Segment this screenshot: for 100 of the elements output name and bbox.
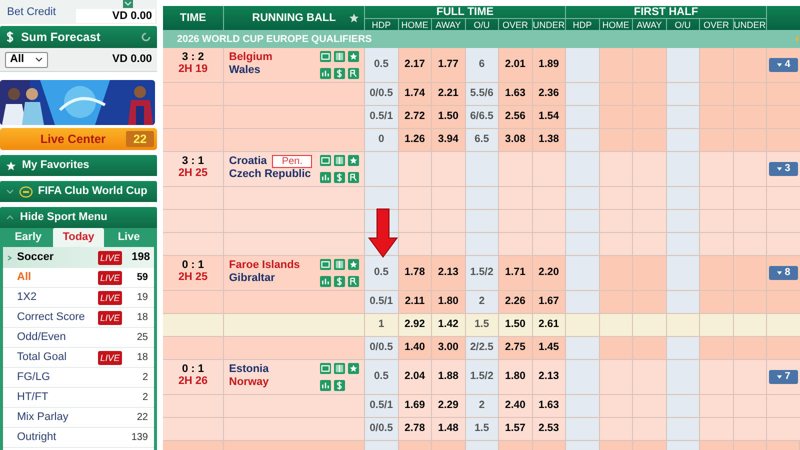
odds-cell[interactable]: 1.40 (398, 337, 432, 359)
tv-icon[interactable] (320, 51, 331, 62)
odds-cell[interactable]: 1.5/2 (466, 256, 499, 290)
odds-cell[interactable]: 0/0.5 (365, 337, 398, 359)
odds-cell[interactable]: 1 (365, 314, 398, 336)
bar-chart-icon[interactable] (320, 172, 331, 183)
odds-cell[interactable]: 6.5 (466, 129, 499, 151)
dollar-icon[interactable] (334, 276, 345, 287)
odds-cell[interactable]: 3.08 (499, 129, 532, 151)
odds-cell[interactable]: 2.13 (432, 256, 466, 290)
more-bets-button[interactable]: 8 (769, 266, 798, 280)
odds-cell[interactable]: 2.56 (499, 106, 532, 128)
odds-cell[interactable]: 2.40 (499, 395, 532, 417)
odds-cell[interactable]: 2.29 (432, 395, 466, 417)
odds-cell[interactable]: 2.78 (398, 418, 432, 440)
odds-cell[interactable]: 1.89 (532, 48, 566, 82)
odds-cell[interactable]: 2 (466, 395, 499, 417)
odds-cell[interactable]: 0.5 (365, 48, 398, 82)
odds-cell[interactable]: 3.94 (432, 129, 466, 151)
sport-tab[interactable]: Early (3, 228, 54, 247)
menu-item[interactable]: Outright 139 (3, 428, 154, 448)
odds-cell[interactable]: 2.72 (398, 106, 432, 128)
odds-cell[interactable]: 2.53 (532, 418, 566, 440)
odds-cell[interactable]: 2.36 (532, 83, 566, 105)
star-icon[interactable] (348, 51, 359, 62)
odds-cell[interactable]: 2.21 (432, 83, 466, 105)
odds-cell[interactable]: 1.80 (499, 360, 532, 394)
menu-item[interactable]: All LIVE 59 (3, 268, 154, 288)
odds-cell[interactable]: 2.01 (499, 48, 532, 82)
odds-cell[interactable]: 1.57 (499, 418, 532, 440)
report-icon[interactable] (348, 276, 359, 287)
odds-cell[interactable]: 0.5/1 (365, 106, 398, 128)
filter-dropdown[interactable]: All (5, 52, 48, 68)
pitch-icon[interactable] (334, 155, 345, 166)
odds-cell[interactable]: 1.5/2 (466, 360, 499, 394)
more-bets-button[interactable]: 7 (769, 370, 798, 384)
menu-item[interactable]: Mix Parlay 22 (3, 408, 154, 428)
pitch-icon[interactable] (334, 259, 345, 270)
chevron-icon[interactable] (123, 0, 133, 8)
dollar-icon[interactable] (334, 380, 345, 391)
chevron-icon[interactable] (6, 189, 14, 194)
tv-icon[interactable] (320, 363, 331, 374)
menu-item[interactable]: 1X2 LIVE 19 (3, 288, 154, 308)
menu-item[interactable]: Total Goal LIVE 18 (3, 348, 154, 368)
tv-icon[interactable] (320, 259, 331, 270)
odds-cell[interactable]: 2.13 (532, 360, 566, 394)
odds-cell[interactable]: 0.5/1 (365, 395, 398, 417)
odds-cell[interactable]: 1.74 (398, 83, 432, 105)
star-icon[interactable] (348, 259, 359, 270)
odds-cell[interactable]: 6 (466, 48, 499, 82)
odds-cell[interactable]: 0.5/1 (365, 291, 398, 313)
odds-cell[interactable]: 1.48 (432, 418, 466, 440)
odds-cell[interactable]: 1.45 (532, 337, 566, 359)
sport-tab[interactable]: Live (104, 228, 154, 247)
odds-cell[interactable]: 1.63 (499, 83, 532, 105)
odds-cell[interactable]: 1.5 (466, 314, 499, 336)
odds-cell[interactable]: 1.42 (432, 314, 466, 336)
menu-item[interactable]: HT/FT 2 (3, 388, 154, 408)
tv-icon[interactable] (320, 155, 331, 166)
odds-cell[interactable]: 1.54 (532, 106, 566, 128)
dollar-icon[interactable] (334, 172, 345, 183)
odds-cell[interactable]: 0/0.5 (365, 83, 398, 105)
star-icon[interactable] (348, 155, 359, 166)
report-icon[interactable] (348, 172, 359, 183)
pitch-icon[interactable] (334, 51, 345, 62)
odds-cell[interactable]: 0.5 (365, 360, 398, 394)
odds-cell[interactable]: 1.26 (398, 129, 432, 151)
more-bets-button[interactable]: 4 (769, 58, 798, 72)
odds-cell[interactable]: 1.5 (466, 418, 499, 440)
odds-cell[interactable]: 1.63 (532, 395, 566, 417)
odds-cell[interactable]: 2.75 (499, 337, 532, 359)
odds-cell[interactable]: 2.92 (398, 314, 432, 336)
odds-cell[interactable]: 3.00 (432, 337, 466, 359)
odds-cell[interactable]: 1.71 (499, 256, 532, 290)
odds-cell[interactable]: 1.69 (398, 395, 432, 417)
menu-item[interactable]: FG/LG 2 (3, 368, 154, 388)
bar-chart-icon[interactable] (320, 68, 331, 79)
odds-cell[interactable]: 1.88 (432, 360, 466, 394)
menu-item[interactable]: Odd/Even 25 (3, 328, 154, 348)
pitch-icon[interactable] (334, 363, 345, 374)
odds-cell[interactable]: 2.26 (499, 291, 532, 313)
odds-cell[interactable]: 2.17 (398, 48, 432, 82)
odds-cell[interactable]: 2 (466, 291, 499, 313)
dollar-icon[interactable] (334, 68, 345, 79)
menu-item[interactable]: Correct Score LIVE 18 (3, 308, 154, 328)
sport-tab[interactable]: Today (53, 228, 104, 247)
bar-chart-icon[interactable] (320, 380, 331, 391)
odds-cell[interactable]: 2.20 (532, 256, 566, 290)
refresh-icon[interactable] (141, 32, 151, 42)
odds-cell[interactable]: 2.61 (532, 314, 566, 336)
report-icon[interactable] (348, 68, 359, 79)
star-icon[interactable] (348, 363, 359, 374)
odds-cell[interactable]: 1.80 (432, 291, 466, 313)
odds-cell[interactable]: 1.67 (532, 291, 566, 313)
odds-cell[interactable]: 0.5 (365, 256, 398, 290)
sport-row[interactable]: Soccer LIVE 198 (3, 247, 154, 268)
odds-cell[interactable]: 1.50 (499, 314, 532, 336)
odds-cell[interactable]: 2.04 (398, 360, 432, 394)
odds-cell[interactable]: 1.78 (398, 256, 432, 290)
bar-chart-icon[interactable] (320, 276, 331, 287)
